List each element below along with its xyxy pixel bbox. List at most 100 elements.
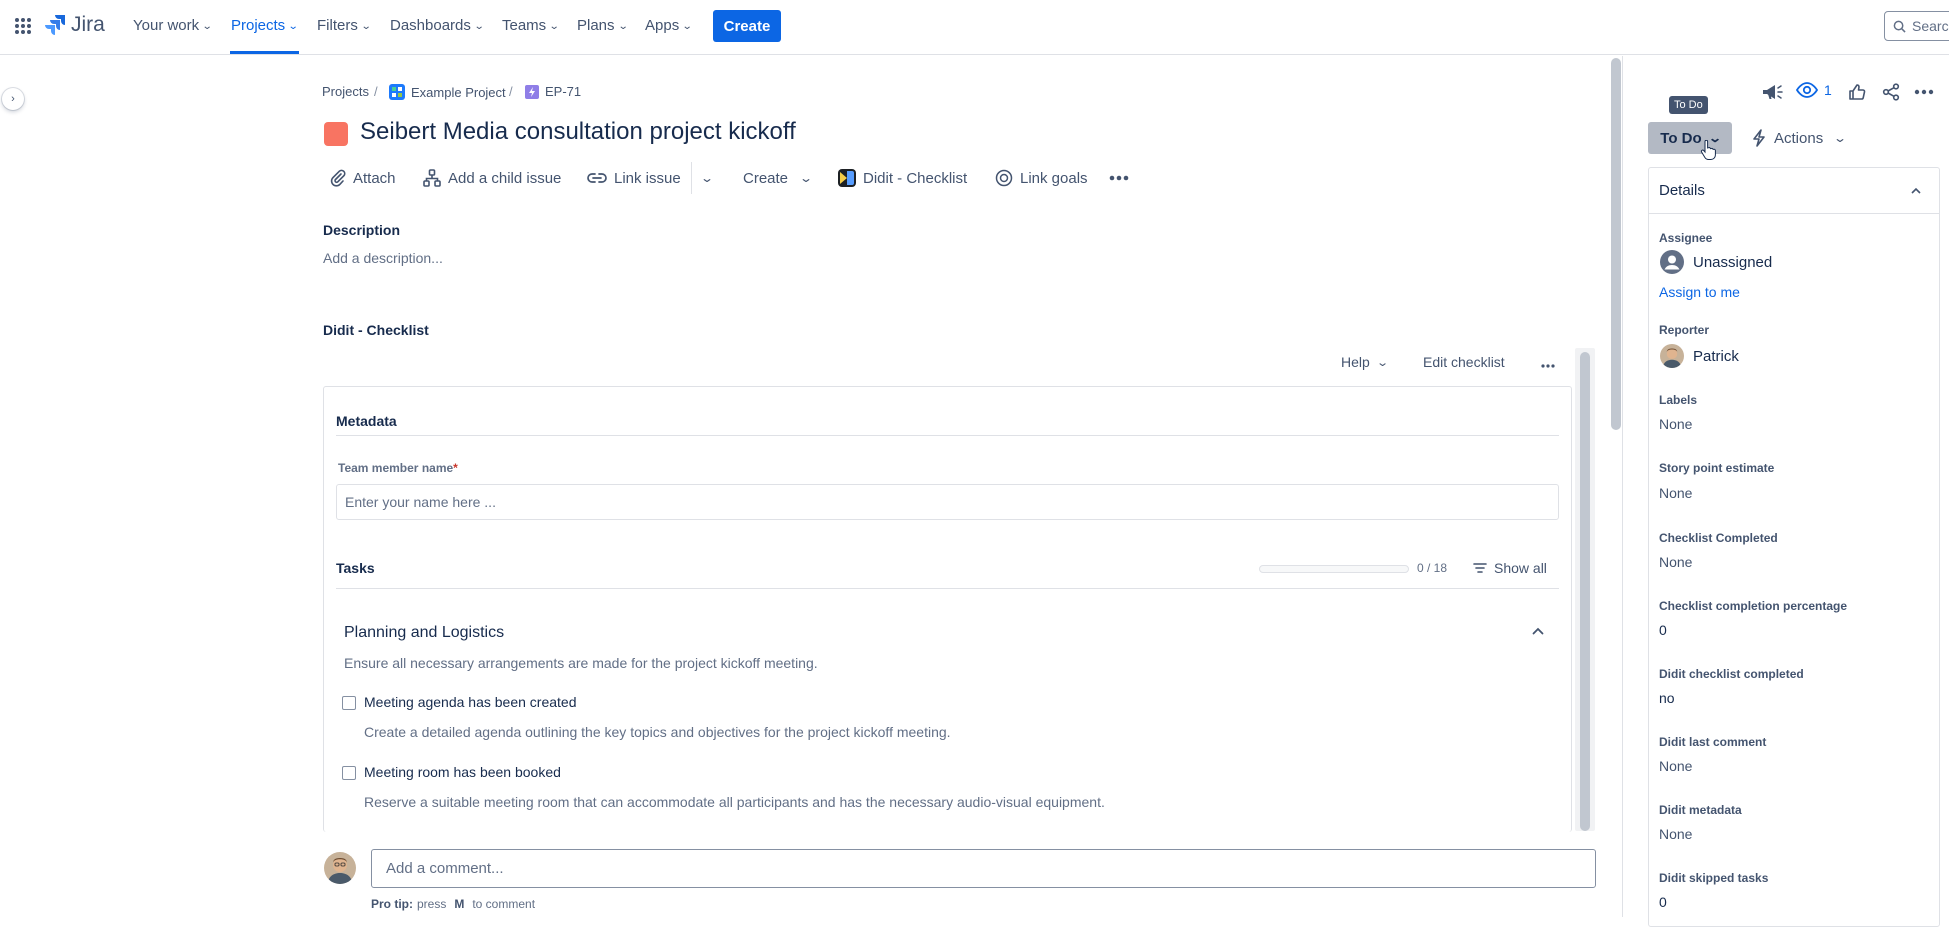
nav-apps[interactable]: Apps ⌄ (645, 17, 693, 34)
nav-projects[interactable]: Projects ⌄ (231, 17, 299, 34)
status-tooltip: To Do (1669, 96, 1708, 114)
breadcrumb-separator: / (509, 84, 513, 99)
link-issue-button[interactable]: Link issue (587, 166, 681, 190)
required-mark: * (453, 461, 458, 475)
nav-filters[interactable]: Filters ⌄ (317, 17, 371, 34)
checklist-scrollbar[interactable] (1580, 352, 1590, 831)
field-value[interactable]: None (1659, 826, 1692, 842)
nav-dashboards[interactable]: Dashboards ⌄ (390, 17, 485, 34)
tasks-heading: Tasks (336, 560, 375, 576)
didit-checklist-button[interactable]: Didit - Checklist (838, 166, 967, 190)
keyboard-key: M (454, 897, 465, 911)
nav-label: Teams (502, 17, 547, 34)
watch-button[interactable]: 1 (1796, 82, 1832, 98)
create-dropdown-button[interactable]: Create ⌄ (743, 166, 813, 190)
panel-divider (1622, 56, 1623, 917)
field-label: Didit metadata (1659, 803, 1742, 817)
nav-teams[interactable]: Teams ⌄ (502, 17, 560, 34)
link-goals-button[interactable]: Link goals (995, 166, 1088, 190)
team-member-input[interactable]: Enter your name here ... (336, 484, 1559, 520)
nav-plans[interactable]: Plans ⌄ (577, 17, 629, 34)
link-icon (587, 173, 607, 183)
share-button[interactable] (1880, 82, 1902, 102)
field-value[interactable]: 0 (1659, 622, 1667, 638)
chevron-down-icon: ⌄ (1833, 131, 1848, 145)
edit-checklist-button[interactable]: Edit checklist (1423, 354, 1505, 370)
chevron-up-icon (1911, 187, 1921, 194)
main-scrollbar[interactable] (1611, 58, 1621, 430)
nav-label: Your work (133, 17, 200, 34)
unassigned-avatar-icon (1660, 250, 1684, 274)
more-icon (1914, 89, 1934, 95)
chevron-down-icon: ⌄ (1375, 356, 1389, 369)
task-checkbox[interactable] (342, 696, 356, 710)
issue-title[interactable]: Seibert Media consultation project kicko… (360, 118, 796, 146)
comment-input[interactable]: Add a comment... (371, 849, 1596, 888)
collapse-group-button[interactable] (1532, 622, 1544, 638)
link-issue-dropdown[interactable]: ⌄ (699, 166, 715, 190)
eye-icon (1796, 82, 1818, 98)
description-heading: Description (323, 222, 401, 238)
chevron-down-icon: ⌄ (548, 20, 560, 32)
field-label: Didit last comment (1659, 735, 1767, 749)
paperclip-icon (330, 169, 346, 187)
details-header[interactable]: Details (1649, 168, 1939, 214)
task-checkbox[interactable] (342, 766, 356, 780)
comment-placeholder: Add a comment... (386, 860, 504, 877)
attach-label: Attach (353, 169, 396, 187)
field-value[interactable]: None (1659, 554, 1692, 570)
nav-label: Apps (645, 17, 680, 34)
field-value[interactable]: no (1659, 690, 1675, 706)
issue-more-button[interactable] (1913, 82, 1935, 102)
like-button[interactable] (1846, 82, 1868, 102)
assign-to-me-link[interactable]: Assign to me (1659, 284, 1740, 300)
breadcrumb-projects[interactable]: Projects (322, 84, 369, 99)
field-value[interactable]: None (1659, 485, 1692, 501)
expand-sidebar-button[interactable]: › (2, 88, 24, 110)
breadcrumb-project[interactable]: Example Project (389, 84, 506, 100)
comment-pro-tip: Pro tip: press M to comment (371, 897, 535, 911)
search-input[interactable]: Search (1884, 11, 1949, 41)
field-label: Checklist completion percentage (1659, 599, 1848, 613)
nav-your-work[interactable]: Your work ⌄ (133, 17, 213, 34)
project-icon (389, 84, 405, 100)
breadcrumb-label: EP-71 (545, 84, 582, 99)
assignee-field[interactable]: Unassigned (1660, 250, 1772, 274)
chevron-down-icon: ⌄ (617, 20, 629, 32)
add-child-issue-button[interactable]: Add a child issue (423, 166, 561, 190)
issue-type-icon[interactable] (324, 122, 348, 146)
pro-tip-text: to comment (472, 897, 536, 911)
reporter-label: Reporter (1659, 323, 1710, 337)
top-navigation: Jira Your work ⌄ Projects ⌄ Filters ⌄ Dashb… (0, 0, 1949, 55)
nav-label: Dashboards (390, 17, 471, 34)
show-all-label: Show all (1494, 560, 1547, 576)
jira-logo[interactable]: Jira (45, 13, 105, 37)
field-value[interactable]: None (1659, 758, 1692, 774)
didit-logo-icon (838, 169, 856, 187)
chevron-down-icon: ⌄ (699, 171, 715, 185)
checklist-more-button[interactable] (1541, 356, 1555, 372)
task-group-description: Ensure all necessary arrangements are ma… (344, 655, 818, 671)
description-field[interactable]: Add a description... (323, 250, 443, 266)
create-button[interactable]: Create (713, 10, 781, 42)
reporter-field[interactable]: Patrick (1660, 344, 1739, 368)
app-switcher-icon[interactable] (13, 16, 33, 36)
task-description: Reserve a suitable meeting room that can… (364, 794, 1105, 810)
current-user-avatar (324, 852, 356, 884)
breadcrumb-issue[interactable]: EP-71 (525, 84, 581, 99)
add-child-label: Add a child issue (448, 169, 562, 187)
chevron-up-icon (1532, 627, 1544, 635)
checklist-help-button[interactable]: Help ⌄ (1341, 354, 1389, 370)
attach-button[interactable]: Attach (330, 166, 396, 190)
more-actions-button[interactable] (1109, 166, 1129, 190)
actions-button[interactable]: Actions ⌄ (1752, 129, 1848, 147)
active-nav-indicator (230, 51, 299, 54)
announcement-button[interactable] (1760, 82, 1784, 102)
field-value[interactable]: 0 (1659, 894, 1667, 910)
help-label: Help (1341, 354, 1370, 370)
tasks-progress-count: 0 / 18 (1417, 561, 1448, 575)
status-dropdown[interactable]: To Do ⌄ (1648, 122, 1732, 154)
show-all-button[interactable]: Show all (1473, 560, 1547, 576)
create-label: Create (743, 169, 789, 187)
field-value[interactable]: None (1659, 416, 1692, 432)
